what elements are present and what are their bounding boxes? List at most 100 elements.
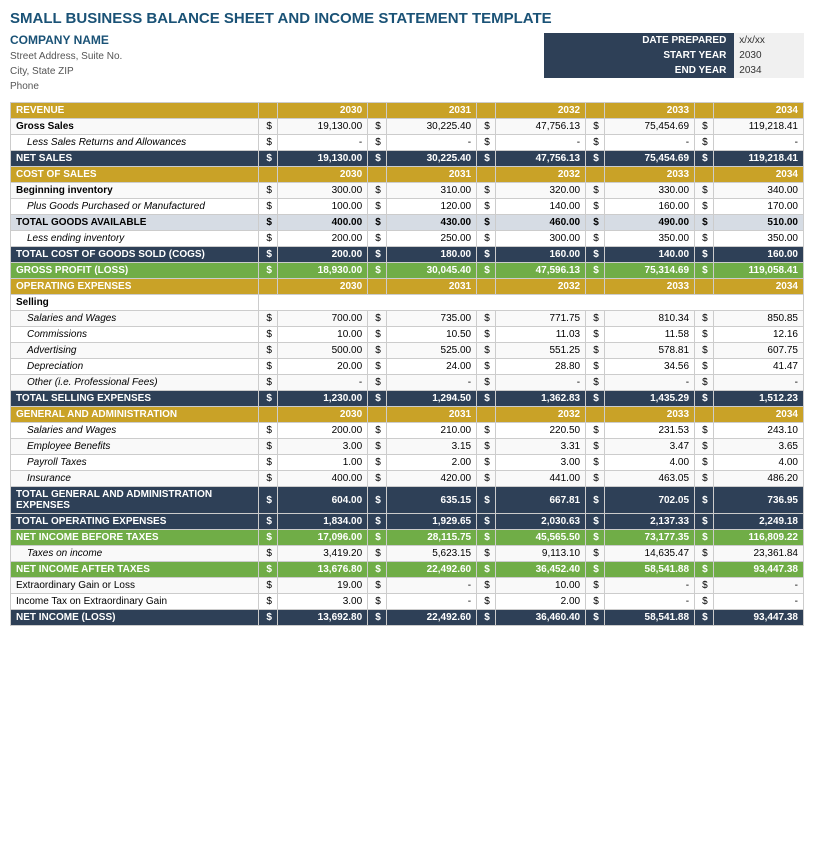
tga2-d2: $	[368, 487, 387, 514]
le-d5: $	[695, 231, 714, 247]
bi-d2: $	[368, 183, 387, 199]
sell-salaries-row: Salaries and Wages $ 700.00 $ 735.00 $ 7…	[11, 311, 804, 327]
gas-v4: 231.53	[604, 423, 694, 439]
dep-d2: $	[368, 359, 387, 375]
ga-salaries-row: Salaries and Wages $ 200.00 $ 210.00 $ 2…	[11, 423, 804, 439]
le-v3: 300.00	[495, 231, 585, 247]
tga2-v3: 667.81	[495, 487, 585, 514]
tga-label: TOTAL GOODS AVAILABLE	[11, 215, 259, 231]
of-label: Other (i.e. Professional Fees)	[11, 375, 259, 391]
ite-d5: $	[695, 594, 714, 610]
ite-v5: -	[713, 594, 803, 610]
nil-d5: $	[695, 610, 714, 626]
of-v5: -	[713, 375, 803, 391]
ite-label: Income Tax on Extraordinary Gain	[11, 594, 259, 610]
tga2-d4: $	[586, 487, 605, 514]
revenue-header-row: REVENUE 2030 2031 2032 2033 2034	[11, 103, 804, 119]
ga-d1	[259, 407, 278, 423]
nat-v4: 58,541.88	[604, 562, 694, 578]
ga-d4	[586, 407, 605, 423]
dep-v5: 41.47	[713, 359, 803, 375]
ite-d4: $	[586, 594, 605, 610]
date-prepared-label: DATE PREPARED	[544, 33, 734, 48]
insurance-row: Insurance $ 400.00 $ 420.00 $ 441.00 $ 4…	[11, 471, 804, 487]
dep-d1: $	[259, 359, 278, 375]
nbt-v2: 28,115.75	[386, 530, 476, 546]
comm-v5: 12.16	[713, 327, 803, 343]
adv-v5: 607.75	[713, 343, 803, 359]
beginning-inventory-row: Beginning inventory $ 300.00 $ 310.00 $ …	[11, 183, 804, 199]
gp-d2: $	[368, 263, 387, 279]
opex-y3: 2032	[495, 279, 585, 295]
pt-v1: 1.00	[277, 455, 367, 471]
gs-d4: $	[586, 119, 605, 135]
gas-d3: $	[477, 423, 496, 439]
ga-d5	[695, 407, 714, 423]
dep-d5: $	[695, 359, 714, 375]
revenue-y4-dollar	[586, 103, 605, 119]
eg-v2: -	[386, 578, 476, 594]
ls-v5: -	[713, 135, 803, 151]
eb-v1: 3.00	[277, 439, 367, 455]
gas-v5: 243.10	[713, 423, 803, 439]
ts-d4: $	[586, 391, 605, 407]
tga-d2: $	[368, 215, 387, 231]
opex-header-row: OPERATING EXPENSES 2030 2031 2032 2033 2…	[11, 279, 804, 295]
net-after-tax-row: NET INCOME AFTER TAXES $ 13,676.80 $ 22,…	[11, 562, 804, 578]
tcogs-v2: 180.00	[386, 247, 476, 263]
gas-v2: 210.00	[386, 423, 476, 439]
revenue-y2: 2031	[386, 103, 476, 119]
nil-v2: 22,492.60	[386, 610, 476, 626]
start-year-label: START YEAR	[544, 48, 734, 63]
ss-v1: 700.00	[277, 311, 367, 327]
eg-v3: 10.00	[495, 578, 585, 594]
ns-d4: $	[586, 151, 605, 167]
ss-d3: $	[477, 311, 496, 327]
nil-v4: 58,541.88	[604, 610, 694, 626]
gp-d3: $	[477, 263, 496, 279]
ss-v2: 735.00	[386, 311, 476, 327]
ns-v1: 19,130.00	[277, 151, 367, 167]
gas-d1: $	[259, 423, 278, 439]
ss-v3: 771.75	[495, 311, 585, 327]
nbt-d1: $	[259, 530, 278, 546]
selling-label: Selling	[11, 295, 259, 311]
pg-v3: 140.00	[495, 199, 585, 215]
ite-v3: 2.00	[495, 594, 585, 610]
ts-d3: $	[477, 391, 496, 407]
of-d2: $	[368, 375, 387, 391]
ss-label: Salaries and Wages	[11, 311, 259, 327]
ns-d5: $	[695, 151, 714, 167]
opex-y4: 2033	[604, 279, 694, 295]
of-v2: -	[386, 375, 476, 391]
tax-d3: $	[477, 546, 496, 562]
ins-label: Insurance	[11, 471, 259, 487]
le-d4: $	[586, 231, 605, 247]
nil-d2: $	[368, 610, 387, 626]
total-selling-row: TOTAL SELLING EXPENSES $ 1,230.00 $ 1,29…	[11, 391, 804, 407]
nat-d3: $	[477, 562, 496, 578]
gross-sales-row: Gross Sales $ 19,130.00 $ 30,225.40 $ 47…	[11, 119, 804, 135]
pt-d2: $	[368, 455, 387, 471]
payroll-taxes-row: Payroll Taxes $ 1.00 $ 2.00 $ 3.00 $ 4.0…	[11, 455, 804, 471]
bi-d3: $	[477, 183, 496, 199]
tga-d3: $	[477, 215, 496, 231]
gas-v1: 200.00	[277, 423, 367, 439]
page-title: SMALL BUSINESS BALANCE SHEET AND INCOME …	[10, 10, 804, 27]
tcogs-label: TOTAL COST OF GOODS SOLD (COGS)	[11, 247, 259, 263]
bi-v3: 320.00	[495, 183, 585, 199]
cos-d3	[477, 167, 496, 183]
ga-y3: 2032	[495, 407, 585, 423]
gp-v4: 75,314.69	[604, 263, 694, 279]
ite-v1: 3.00	[277, 594, 367, 610]
pg-d1: $	[259, 199, 278, 215]
adv-d2: $	[368, 343, 387, 359]
bi-v5: 340.00	[713, 183, 803, 199]
le-label: Less ending inventory	[11, 231, 259, 247]
revenue-y5-dollar	[695, 103, 714, 119]
gas-v3: 220.50	[495, 423, 585, 439]
end-year-label: END YEAR	[544, 63, 734, 78]
adv-label: Advertising	[11, 343, 259, 359]
nat-v2: 22,492.60	[386, 562, 476, 578]
advertising-row: Advertising $ 500.00 $ 525.00 $ 551.25 $…	[11, 343, 804, 359]
